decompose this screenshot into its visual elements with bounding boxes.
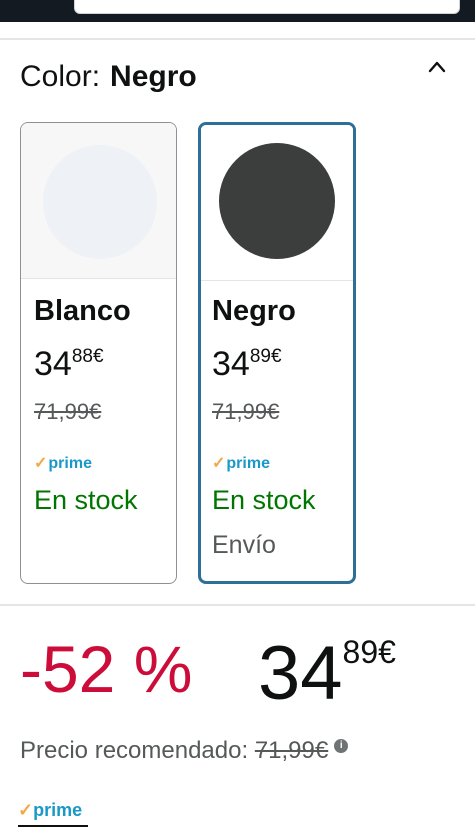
price-currency: € <box>92 346 104 367</box>
price-whole: 34 <box>212 345 250 383</box>
price-currency: € <box>270 346 282 367</box>
prime-badge: ✓prime <box>34 453 92 473</box>
chevron-up-icon[interactable] <box>428 58 446 76</box>
prime-check-icon: ✓ <box>18 800 34 820</box>
price-fraction-digits: 89 <box>342 634 379 670</box>
top-bar <box>0 0 475 22</box>
price-whole: 34 <box>258 631 343 716</box>
section-divider <box>0 38 475 40</box>
rrp-label: Precio recomendado: <box>20 737 249 764</box>
color-selector-header[interactable]: Color: Negro <box>20 60 197 94</box>
recommended-price: Precio recomendado: 71,99€ i <box>20 737 349 765</box>
swatch-availability: En stock <box>34 485 138 515</box>
deal-price-row: -52 % 3489€ <box>20 636 396 712</box>
prime-text: prime <box>33 800 83 820</box>
rrp-value: 71,99€ <box>254 737 329 764</box>
swatch-list-price: 71,99€ <box>212 399 280 424</box>
color-selected-value: Negro <box>110 60 197 93</box>
swatch-list-price: 71,99€ <box>34 399 102 424</box>
swatch-image-area <box>201 125 353 281</box>
prime-check-icon: ✓ <box>212 455 226 472</box>
info-icon[interactable]: i <box>334 739 349 753</box>
prime-underline <box>18 825 88 827</box>
prime-text: prime <box>48 455 92 472</box>
swatch-shipping: Envío <box>212 531 276 559</box>
search-input[interactable] <box>74 0 460 14</box>
price-fraction: 89€ <box>250 346 282 367</box>
prime-check-icon: ✓ <box>34 455 48 472</box>
discount-percentage: -52 % <box>20 632 193 706</box>
color-sample-blanco <box>43 145 157 259</box>
current-price: 3489€ <box>258 636 396 712</box>
swatch-availability: En stock <box>212 485 316 515</box>
color-label: Color: <box>20 60 101 93</box>
price-currency: € <box>378 634 396 670</box>
swatch-image-area <box>21 123 176 279</box>
color-sample-negro <box>219 143 335 259</box>
price-fraction: 89€ <box>343 634 396 670</box>
price-fraction-digits: 89 <box>249 346 271 367</box>
price-fraction: 88€ <box>72 346 104 367</box>
prime-badge: ✓prime <box>18 800 88 827</box>
swatch-name: Blanco <box>34 295 131 327</box>
swatch-price: 3489€ <box>212 347 282 381</box>
prime-badge: ✓prime <box>212 453 270 473</box>
prime-text: prime <box>226 455 270 472</box>
price-whole: 34 <box>34 345 72 383</box>
price-fraction-digits: 88 <box>71 346 93 367</box>
color-swatch-negro[interactable]: Negro 3489€ 71,99€ ✓prime En stock Envío <box>198 122 356 584</box>
swatch-price: 3488€ <box>34 347 104 381</box>
section-divider <box>0 604 475 606</box>
color-swatch-blanco[interactable]: Blanco 3488€ 71,99€ ✓prime En stock <box>20 122 177 584</box>
swatch-name: Negro <box>212 295 296 327</box>
